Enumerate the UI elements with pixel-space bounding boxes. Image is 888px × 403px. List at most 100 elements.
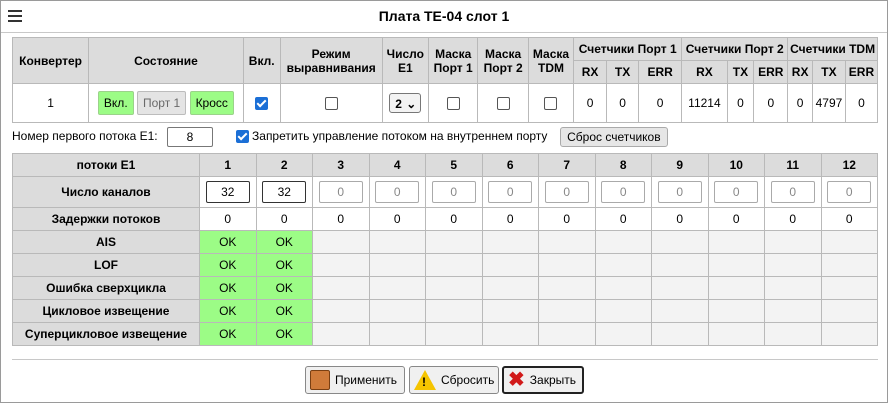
status-row-label: LOF: [12, 253, 200, 277]
header-e1-count: Число E1: [381, 37, 429, 84]
stream-column-header: 7: [538, 153, 596, 177]
enabled-checkbox[interactable]: [255, 97, 269, 111]
header-tdm-rx: RX: [787, 60, 813, 84]
header-converter: Конвертер: [11, 37, 90, 84]
header-counters-port2: Счетчики Порт 2: [681, 37, 789, 61]
mask-tdm-checkbox[interactable]: [544, 97, 558, 111]
close-button[interactable]: ✖ Закрыть: [502, 366, 584, 394]
status-empty-cell: [368, 299, 426, 323]
enabled-cell: [242, 83, 281, 123]
status-empty-cell: [820, 322, 878, 346]
status-empty-cell: [368, 230, 426, 254]
reset-label: Сбросить: [441, 373, 495, 387]
status-empty-cell: [425, 299, 483, 323]
apply-button[interactable]: Применить: [305, 366, 405, 394]
status-empty-cell: [764, 276, 822, 300]
status-ok-cell: OK: [199, 299, 257, 323]
reset-counters-button[interactable]: Сброс счетчиков: [560, 126, 668, 147]
e1-count-cell: 2 ⌄: [381, 83, 429, 123]
status-empty-cell: [538, 299, 596, 323]
e1-count-select[interactable]: 2 ⌄: [389, 93, 422, 113]
status-ok-cell: OK: [199, 253, 257, 277]
mask-tdm-cell: [527, 83, 575, 123]
channels-input: 0: [601, 181, 646, 203]
converter-table: Конвертер Состояние Вкл. Режим выравнива…: [11, 37, 879, 123]
delay-value: 0: [255, 207, 313, 231]
status-row-label: Суперцикловое извещение: [12, 322, 200, 346]
status-ok-cell: OK: [199, 230, 257, 254]
channels-cell: 0: [368, 176, 426, 208]
channels-input: 0: [544, 181, 589, 203]
channels-cell: 0: [481, 176, 539, 208]
state-port-button[interactable]: Порт 1: [137, 91, 187, 115]
status-row: Суперцикловое извещение OK OK: [12, 322, 878, 346]
delay-value: 0: [651, 207, 709, 231]
state-on-button[interactable]: Вкл.: [97, 91, 134, 115]
state-cross-button[interactable]: Кросс: [189, 91, 234, 115]
status-empty-cell: [538, 276, 596, 300]
status-empty-cell: [707, 299, 765, 323]
first-stream-label: Номер первого потока E1:: [12, 129, 158, 143]
channels-input: 0: [770, 181, 815, 203]
status-empty-cell: [651, 299, 709, 323]
hamburger-menu-icon[interactable]: [8, 10, 22, 22]
header-tdm-tx: TX: [811, 60, 846, 84]
header-enabled: Вкл.: [242, 37, 281, 84]
status-ok-cell: OK: [255, 230, 313, 254]
dialog-footer: Применить ! Сбросить ✖ Закрыть: [12, 359, 878, 402]
forbid-flow-checkbox[interactable]: [235, 130, 249, 144]
mask-port2-checkbox[interactable]: [496, 97, 510, 111]
channels-cell: 0: [425, 176, 483, 208]
delay-value: 0: [538, 207, 596, 231]
stream-column-header: 1: [199, 153, 257, 177]
status-empty-cell: [538, 230, 596, 254]
status-ok-cell: OK: [199, 322, 257, 346]
status-empty-cell: [368, 253, 426, 277]
status-empty-cell: [820, 276, 878, 300]
e1-count-value: 2: [395, 97, 402, 111]
channels-input: 0: [488, 181, 533, 203]
status-empty-cell: [368, 276, 426, 300]
align-mode-checkbox[interactable]: [324, 97, 338, 111]
status-empty-cell: [651, 230, 709, 254]
channels-input: 0: [375, 181, 420, 203]
header-p2-err: ERR: [753, 60, 789, 84]
reset-button[interactable]: ! Сбросить: [409, 366, 499, 394]
stream-column-header: 9: [651, 153, 709, 177]
status-empty-cell: [425, 253, 483, 277]
status-empty-cell: [820, 299, 878, 323]
status-empty-cell: [651, 276, 709, 300]
status-ok-cell: OK: [255, 276, 313, 300]
delay-value: 0: [425, 207, 483, 231]
close-icon: ✖: [508, 369, 525, 391]
align-mode-cell: [279, 83, 383, 123]
delay-value: 0: [820, 207, 878, 231]
channels-input[interactable]: 32: [205, 181, 250, 203]
status-empty-cell: [594, 322, 652, 346]
header-state: Состояние: [88, 37, 244, 84]
delay-value: 0: [707, 207, 765, 231]
header-counters-tdm: Счетчики TDM: [787, 37, 878, 61]
channels-input[interactable]: 32: [262, 181, 307, 203]
state-cell: Вкл. Порт 1 Кросс: [88, 83, 244, 123]
status-ok-cell: OK: [199, 276, 257, 300]
channels-cell: 0: [764, 176, 822, 208]
status-empty-cell: [481, 276, 539, 300]
warning-icon: !: [414, 370, 436, 390]
header-counters-port1: Счетчики Порт 1: [573, 37, 683, 61]
status-empty-cell: [651, 253, 709, 277]
header-p1-rx: RX: [573, 60, 608, 84]
status-empty-cell: [764, 299, 822, 323]
status-empty-cell: [312, 322, 370, 346]
status-empty-cell: [594, 299, 652, 323]
tdm-tx-value: 4797: [811, 83, 846, 123]
channels-label: Число каналов: [12, 176, 200, 208]
mask-port1-checkbox[interactable]: [446, 97, 460, 111]
channels-input: 0: [318, 181, 363, 203]
converter-row: 1 Вкл. Порт 1 Кросс 2 ⌄ 0 0 0 11214 0 0 0: [11, 83, 879, 123]
options-row: Номер первого потока E1: 8 Запретить упр…: [12, 125, 878, 147]
status-empty-cell: [820, 230, 878, 254]
streams-header: потоки E1: [12, 153, 200, 177]
status-row-label: Ошибка сверхцикла: [12, 276, 200, 300]
first-stream-input[interactable]: 8: [166, 126, 213, 147]
